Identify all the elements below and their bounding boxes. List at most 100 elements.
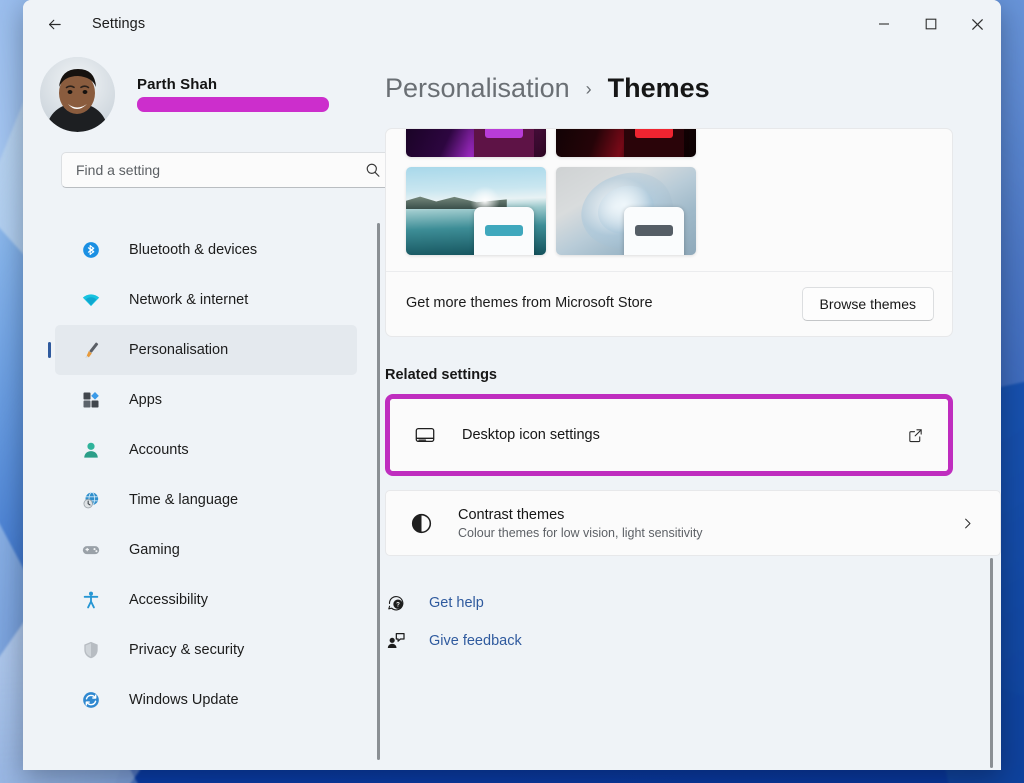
give-feedback-link[interactable]: Give feedback xyxy=(385,630,522,652)
window-body: Parth Shah System Bluetooth & devices Netw… xyxy=(23,48,1001,770)
sidebar-item-gaming[interactable]: Gaming xyxy=(55,525,357,575)
sidebar-item-label: Apps xyxy=(129,392,162,408)
main-content: Personalisation › Themes Get more themes… xyxy=(385,48,1001,770)
desktop-icon-settings-highlight: Desktop icon settings xyxy=(385,394,953,476)
theme-preview-window xyxy=(474,129,534,157)
gamepad-icon xyxy=(81,540,101,560)
wifi-icon xyxy=(81,290,101,310)
give-feedback-label: Give feedback xyxy=(429,633,522,649)
themes-card: Get more themes from Microsoft Store Bro… xyxy=(385,128,953,337)
sidebar-item-label: Personalisation xyxy=(129,342,228,358)
get-help-label: Get help xyxy=(429,595,484,611)
update-icon xyxy=(81,690,101,710)
sidebar-scroll-thumb[interactable] xyxy=(377,223,380,760)
main-scrollbar[interactable] xyxy=(984,128,998,770)
theme-light-bloom[interactable] xyxy=(556,167,696,255)
desktop-monitor-icon xyxy=(412,422,438,448)
accounts-icon xyxy=(81,440,101,460)
theme-preview-window xyxy=(474,207,534,255)
apps-icon xyxy=(79,388,103,412)
browse-themes-button[interactable]: Browse themes xyxy=(802,287,934,321)
get-help-link[interactable]: ? Get help xyxy=(385,592,484,614)
sidebar-item-apps[interactable]: Apps xyxy=(55,375,357,425)
breadcrumb: Personalisation › Themes xyxy=(385,48,1001,128)
help-question-icon: ? xyxy=(385,592,407,614)
sidebar-item-personalisation[interactable]: Personalisation xyxy=(55,325,357,375)
sidebar-item-label: Network & internet xyxy=(129,292,248,308)
feedback-person-icon xyxy=(385,630,407,652)
scroll-content: Get more themes from Microsoft Store Bro… xyxy=(385,128,1001,680)
get-more-themes-row: Get more themes from Microsoft Store Bro… xyxy=(386,272,952,336)
sidebar-nav: System Bluetooth & devices Network & inter… xyxy=(23,213,385,770)
desktop-icon-settings-label: Desktop icon settings xyxy=(462,427,600,443)
page-title: Themes xyxy=(608,73,710,104)
paintbrush-icon xyxy=(79,338,103,362)
minimize-button[interactable] xyxy=(860,0,907,48)
sidebar-item-accessibility[interactable]: Accessibility xyxy=(55,575,357,625)
bluetooth-icon xyxy=(79,238,103,262)
external-link-icon xyxy=(900,420,930,450)
sidebar-item-label: Privacy & security xyxy=(129,642,244,658)
contrast-themes-label: Contrast themes xyxy=(458,507,703,523)
shield-icon xyxy=(79,638,103,662)
sidebar-item-bluetooth-devices[interactable]: Bluetooth & devices xyxy=(55,225,357,275)
accessibility-icon xyxy=(79,588,103,612)
maximize-button[interactable] xyxy=(907,0,954,48)
sidebar-item-time-language[interactable]: Time & language xyxy=(55,475,357,525)
back-button[interactable] xyxy=(37,7,71,41)
content-scroll-area: Get more themes from Microsoft Store Bro… xyxy=(385,128,1001,770)
theme-preview-taskbar xyxy=(635,129,673,138)
sidebar-item-system[interactable]: System xyxy=(55,213,357,225)
maximize-icon xyxy=(925,18,937,30)
main-scroll-thumb[interactable] xyxy=(990,558,993,768)
contrast-themes-text: Contrast themes Colour themes for low vi… xyxy=(458,507,703,540)
close-icon xyxy=(971,18,984,31)
theme-gallery xyxy=(386,129,952,272)
avatar xyxy=(40,57,115,132)
theme-dark-red[interactable] xyxy=(556,129,696,157)
theme-grid xyxy=(406,129,932,255)
app-title: Settings xyxy=(92,16,145,32)
theme-light-lake[interactable] xyxy=(406,167,546,255)
contrast-themes-row[interactable]: Contrast themes Colour themes for low vi… xyxy=(385,490,1001,556)
svg-text:?: ? xyxy=(396,602,400,609)
accounts-icon xyxy=(79,438,103,462)
search-box[interactable] xyxy=(61,152,393,188)
sidebar-item-windows-update[interactable]: Windows Update xyxy=(55,675,357,725)
theme-preview-taskbar xyxy=(635,225,673,236)
sidebar: Parth Shah System Bluetooth & devices Netw… xyxy=(23,48,385,770)
sidebar-item-label: Accessibility xyxy=(129,592,208,608)
bluetooth-icon xyxy=(81,240,101,260)
settings-window: Settings xyxy=(23,0,1001,770)
sidebar-item-label: Gaming xyxy=(129,542,180,558)
clock-globe-icon xyxy=(81,490,101,510)
minimize-icon xyxy=(878,18,890,30)
sidebar-item-accounts[interactable]: Accounts xyxy=(55,425,357,475)
user-avatar-photo xyxy=(40,57,115,132)
footer-links: ? Get help xyxy=(385,592,1001,680)
breadcrumb-separator: › xyxy=(586,76,592,100)
search-input[interactable] xyxy=(62,162,356,178)
sidebar-nav-list: System Bluetooth & devices Network & inter… xyxy=(23,213,385,725)
desktop-icon-settings-row[interactable]: Desktop icon settings xyxy=(390,399,948,471)
chevron-right-icon xyxy=(952,508,982,538)
sidebar-scrollbar[interactable] xyxy=(371,219,385,768)
back-arrow-icon xyxy=(46,16,63,33)
account-text: Parth Shah xyxy=(137,76,329,112)
search-icon xyxy=(365,162,381,178)
breadcrumb-parent[interactable]: Personalisation xyxy=(385,73,570,104)
sidebar-item-network-internet[interactable]: Network & internet xyxy=(55,275,357,325)
shield-icon xyxy=(81,640,101,660)
clock-globe-icon xyxy=(79,488,103,512)
theme-preview-taskbar xyxy=(485,129,523,138)
sidebar-item-label: Bluetooth & devices xyxy=(129,242,257,258)
theme-preview-taskbar xyxy=(485,225,523,236)
theme-dark-purple[interactable] xyxy=(406,129,546,157)
account-row[interactable]: Parth Shah xyxy=(23,50,385,124)
close-button[interactable] xyxy=(954,0,1001,48)
window-controls xyxy=(860,0,1001,48)
account-email-redaction xyxy=(137,97,329,112)
theme-preview-window xyxy=(624,129,684,157)
sidebar-item-privacy-security[interactable]: Privacy & security xyxy=(55,625,357,675)
sidebar-active-indicator xyxy=(48,342,51,358)
